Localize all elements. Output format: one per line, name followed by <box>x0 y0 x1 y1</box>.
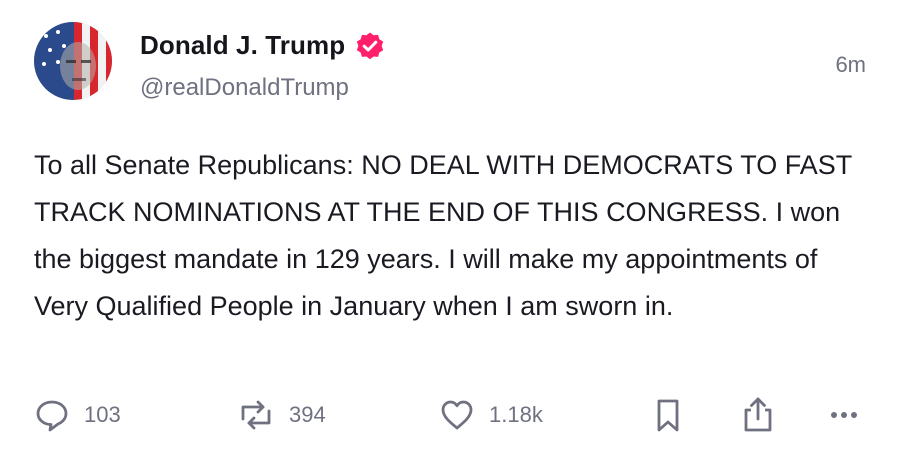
post-actions-bar: 103 394 1.18k <box>34 395 866 435</box>
author-display-name[interactable]: Donald J. Trump <box>140 30 345 61</box>
reply-count: 103 <box>84 402 121 427</box>
reply-button[interactable]: 103 <box>34 395 121 435</box>
heart-icon <box>439 397 475 433</box>
repost-icon <box>237 397 275 433</box>
like-count: 1.18k <box>489 402 543 427</box>
share-button[interactable] <box>740 395 776 435</box>
share-icon <box>740 396 776 434</box>
comment-icon <box>34 397 70 433</box>
more-icon <box>826 397 862 433</box>
author-name-row: Donald J. Trump <box>140 30 385 61</box>
bookmark-button[interactable] <box>652 395 684 435</box>
author-handle[interactable]: @realDonaldTrump <box>140 74 349 102</box>
repost-button[interactable]: 394 <box>237 395 326 435</box>
avatar[interactable] <box>34 22 112 100</box>
bookmark-icon <box>652 397 684 433</box>
like-button[interactable]: 1.18k <box>439 395 543 435</box>
avatar-image <box>34 22 112 100</box>
repost-count: 394 <box>289 402 326 427</box>
more-options-button[interactable] <box>826 395 862 435</box>
post-body-text: To all Senate Republicans: NO DEAL WITH … <box>34 150 852 321</box>
post-timestamp[interactable]: 6m <box>835 52 866 78</box>
verified-badge-icon <box>355 31 385 61</box>
